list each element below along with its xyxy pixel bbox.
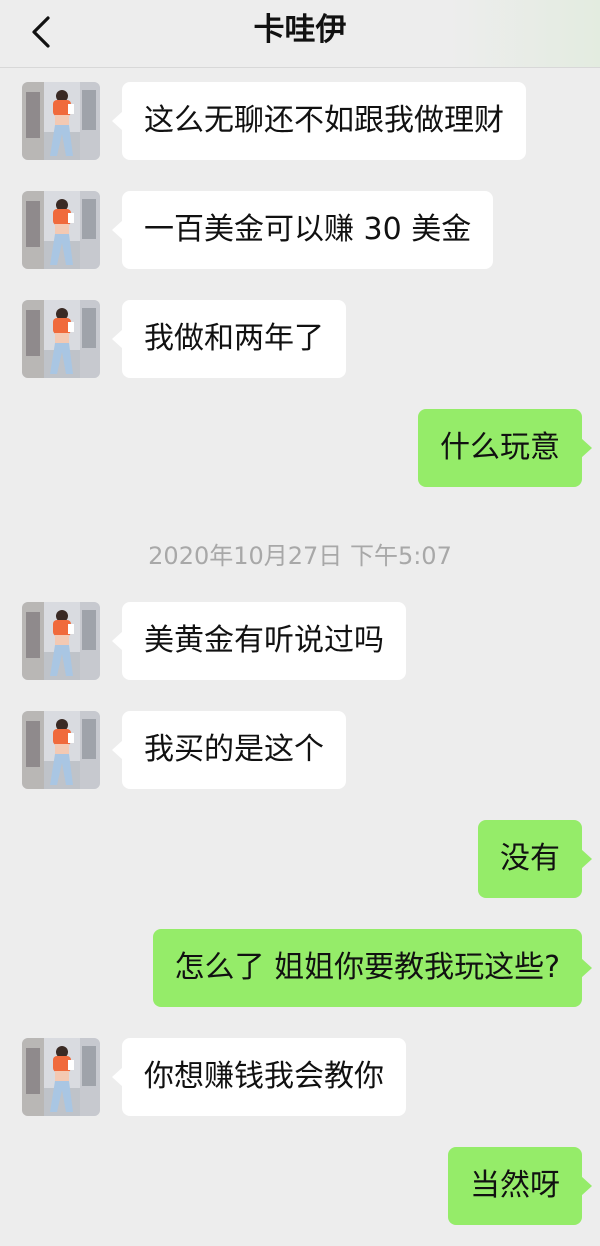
message-bubble-incoming[interactable]: 一百美金可以赚 30 美金: [111, 191, 494, 269]
avatar[interactable]: [22, 711, 100, 789]
message-bubble-outgoing[interactable]: 当然呀: [448, 1147, 592, 1225]
avatar[interactable]: [22, 602, 100, 680]
message-bubble-outgoing[interactable]: 怎么了 姐姐你要教我玩这些?: [152, 929, 593, 1007]
chat-header: 卡哇伊: [0, 0, 600, 68]
message-bubble-incoming[interactable]: 我买的是这个: [112, 711, 346, 789]
message-row: 怎么了 姐姐你要教我玩这些?: [0, 929, 600, 1007]
avatar[interactable]: [22, 1038, 100, 1116]
message-bubble-incoming[interactable]: 你想赚钱我会教你: [112, 1038, 406, 1116]
avatar[interactable]: [22, 191, 100, 269]
message-row: 没有: [0, 820, 600, 898]
message-bubble-incoming[interactable]: 我做和两年了: [112, 300, 346, 378]
message-list[interactable]: 这么无聊还不如跟我做理财 一百美金可以赚 30 美金 我做和两年了 什么玩意 2…: [0, 68, 600, 1246]
message-bubble-outgoing[interactable]: 什么玩意: [418, 409, 592, 487]
avatar[interactable]: [22, 300, 100, 378]
message-row: 一百美金可以赚 30 美金: [0, 191, 600, 269]
message-bubble-incoming[interactable]: 美黄金有听说过吗: [112, 602, 406, 680]
message-row: 什么玩意: [0, 409, 600, 487]
message-row: 我做和两年了: [0, 300, 600, 378]
avatar[interactable]: [22, 82, 100, 160]
message-row: 这么无聊还不如跟我做理财: [0, 82, 600, 160]
message-row: 美黄金有听说过吗: [0, 602, 600, 680]
message-bubble-outgoing[interactable]: 没有: [478, 820, 592, 898]
message-row: 你想赚钱我会教你: [0, 1038, 600, 1116]
message-timestamp: 2020年10月27日 下午5:07: [148, 542, 452, 570]
message-bubble-incoming[interactable]: 这么无聊还不如跟我做理财: [112, 82, 526, 160]
message-row: 当然呀: [0, 1147, 600, 1225]
chat-title: 卡哇伊: [253, 12, 347, 48]
message-row: 我买的是这个: [0, 711, 600, 789]
